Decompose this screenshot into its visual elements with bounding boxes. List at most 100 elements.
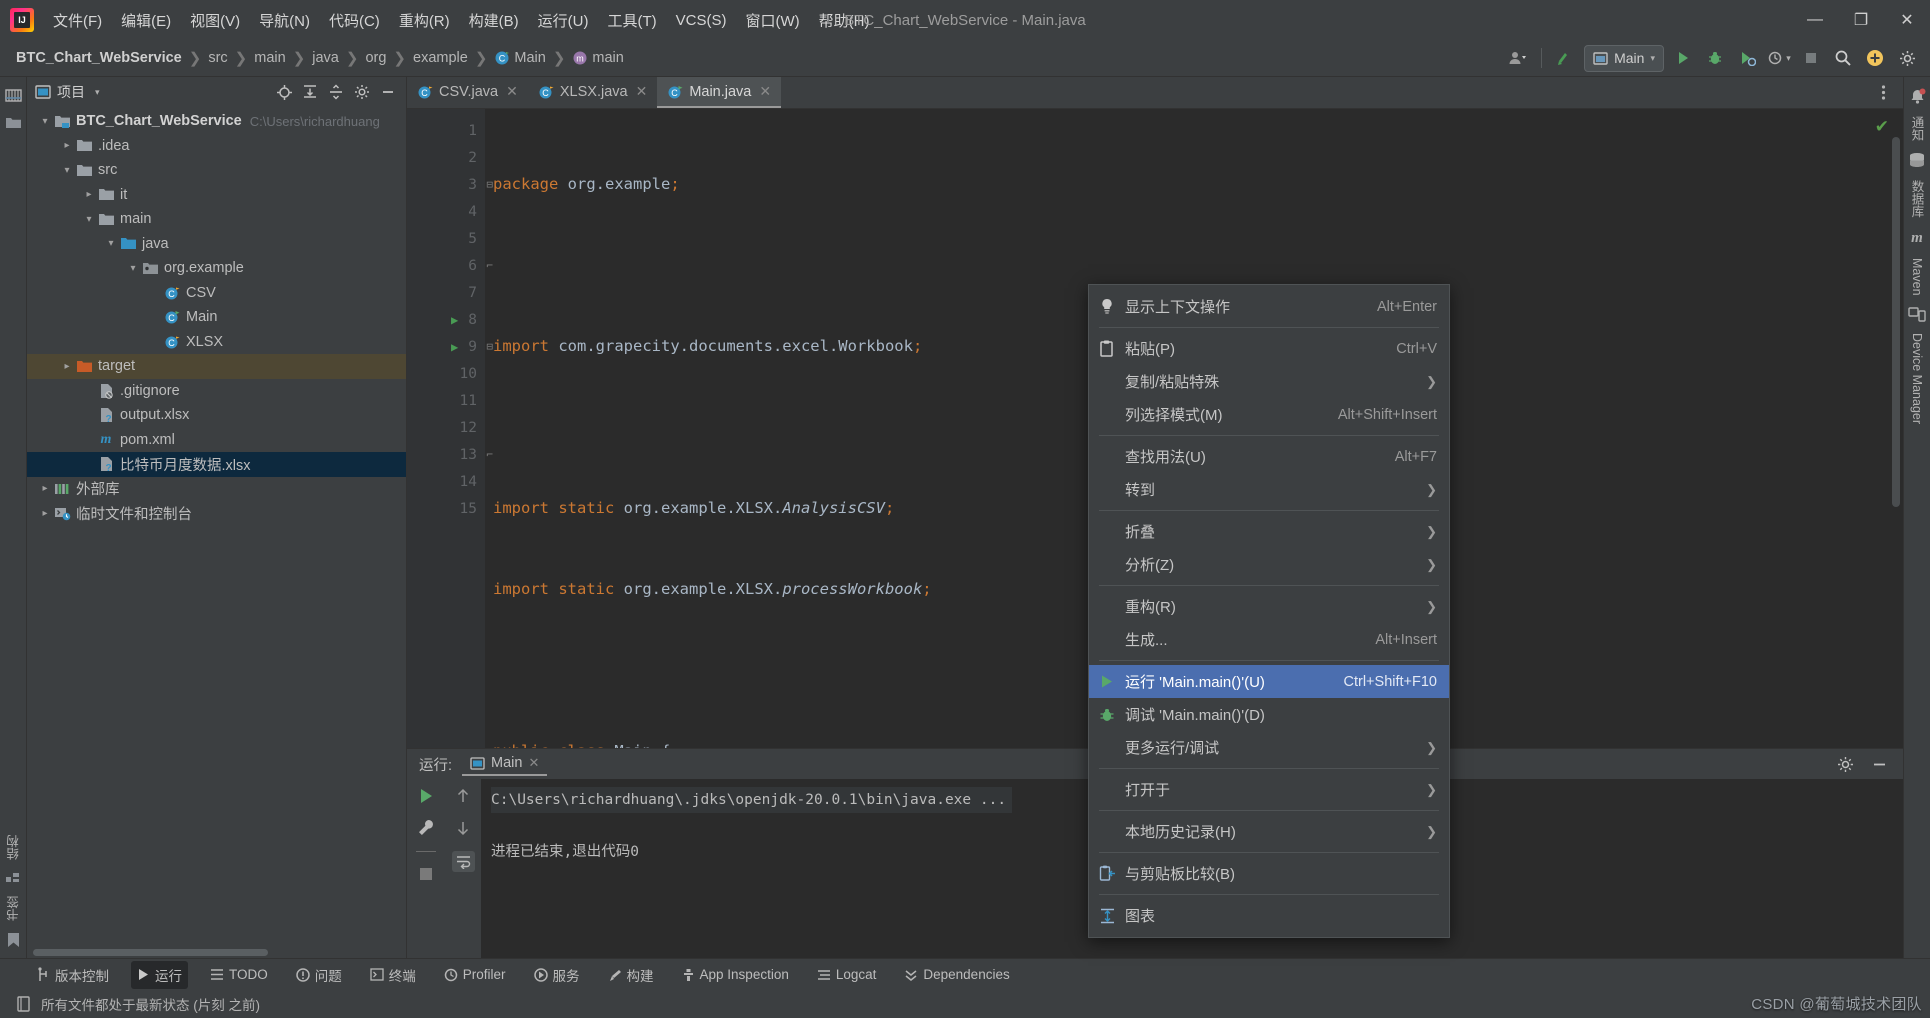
tree-node-13[interactable]: m pom.xml xyxy=(27,428,406,453)
run-with-coverage-icon[interactable] xyxy=(1734,45,1760,71)
editor-scrollbar-thumb[interactable] xyxy=(1892,137,1900,507)
menu-item-5[interactable]: 重构(R) xyxy=(390,6,459,35)
bottom-tab-profiler[interactable]: Profiler xyxy=(438,963,512,986)
tree-node-16[interactable]: ▸ 临时文件和控制台 xyxy=(27,501,406,526)
project-structure-icon[interactable] xyxy=(4,88,22,105)
breadcrumb-item-java[interactable]: java xyxy=(308,48,343,68)
notifications-icon[interactable] xyxy=(1909,88,1926,105)
tree-node-4[interactable]: ▾ main xyxy=(27,207,406,232)
close-icon[interactable]: ✕ xyxy=(528,755,539,771)
tree-expander-icon[interactable]: ▾ xyxy=(37,116,53,127)
breadcrumb-item-org[interactable]: org xyxy=(361,48,390,68)
update-project-icon[interactable] xyxy=(1552,45,1578,71)
tree-node-6[interactable]: ▾ org.example xyxy=(27,256,406,281)
menu-item-3[interactable]: 导航(N) xyxy=(250,6,319,35)
modules-icon[interactable] xyxy=(5,871,21,885)
bottom-tab-dependencies[interactable]: Dependencies xyxy=(898,963,1015,986)
gutter-line-5[interactable]: 5 xyxy=(407,225,485,252)
breadcrumb-item-main[interactable]: C Main xyxy=(490,48,549,68)
maximize-button[interactable]: ❐ xyxy=(1838,0,1884,40)
close-icon[interactable]: ✕ xyxy=(506,83,518,100)
bottom-tab--[interactable]: 版本控制 xyxy=(30,961,115,989)
editor-scrollbar[interactable] xyxy=(1889,109,1903,748)
menu-item-1[interactable]: 编辑(E) xyxy=(112,6,180,35)
hide-panel-icon[interactable] xyxy=(1867,752,1891,776)
down-arrow-icon[interactable] xyxy=(455,819,471,837)
context-menu-item-0[interactable]: 显示上下文操作 Alt+Enter xyxy=(1089,290,1449,323)
context-menu-item-1[interactable]: 粘贴(P) Ctrl+V xyxy=(1089,332,1449,365)
hide-panel-icon[interactable] xyxy=(376,80,400,104)
menu-item-10[interactable]: 窗口(W) xyxy=(736,6,808,35)
editor-tab-csv-java[interactable]: C CSV.java ✕ xyxy=(407,77,528,108)
editor-tab-xlsx-java[interactable]: C XLSX.java ✕ xyxy=(528,77,657,108)
editor-gutter[interactable]: 1 2 ⊟ 3 4 5 ⌐ 6 7 ▶ 8 ▶ ⊟ 9 10 11 12 ⌐ 13 14 15 xyxy=(407,109,493,748)
settings-icon[interactable] xyxy=(1894,45,1920,71)
sidebar-item-structure[interactable]: 结构 xyxy=(4,829,23,866)
menu-item-11[interactable]: 帮助(H) xyxy=(810,6,879,35)
tree-node-9[interactable]: C XLSX xyxy=(27,330,406,355)
gutter-line-12[interactable]: 12 xyxy=(407,414,485,441)
bottom-tab--[interactable]: 运行 xyxy=(131,960,188,989)
bottom-tab--[interactable]: 构建 xyxy=(602,961,660,989)
gear-icon[interactable] xyxy=(350,80,374,104)
context-menu-item-13[interactable]: 打开于 ❯ xyxy=(1089,773,1449,806)
menu-item-4[interactable]: 代码(C) xyxy=(320,6,389,35)
context-menu-item-2[interactable]: 复制/粘贴特殊 ❯ xyxy=(1089,365,1449,398)
gear-icon[interactable] xyxy=(1833,752,1857,776)
run-tab-main[interactable]: Main ✕ xyxy=(462,752,548,776)
context-menu-item-3[interactable]: 列选择模式(M) Alt+Shift+Insert xyxy=(1089,398,1449,431)
breadcrumb-item-main[interactable]: m main xyxy=(568,48,627,68)
gutter-line-1[interactable]: 1 xyxy=(407,117,485,144)
sidebar-item-maven[interactable]: Maven xyxy=(1910,252,1924,302)
menu-item-8[interactable]: 工具(T) xyxy=(598,6,665,35)
tree-node-5[interactable]: ▾ java xyxy=(27,232,406,257)
tree-expander-icon[interactable]: ▾ xyxy=(81,214,97,225)
run-gutter-icon[interactable]: ▶ xyxy=(451,313,458,327)
gutter-line-8[interactable]: ▶ 8 xyxy=(407,306,485,333)
maven-icon[interactable]: m xyxy=(1911,229,1923,247)
run-icon[interactable] xyxy=(1670,45,1696,71)
stop-icon[interactable] xyxy=(1798,45,1824,71)
context-menu-item-6[interactable]: 折叠 ❯ xyxy=(1089,515,1449,548)
menu-item-6[interactable]: 构建(B) xyxy=(460,6,528,35)
context-menu-item-4[interactable]: 查找用法(U) Alt+F7 xyxy=(1089,440,1449,473)
device-manager-icon[interactable] xyxy=(1908,306,1926,322)
inspection-status-badge[interactable]: ✔ xyxy=(1875,117,1889,137)
debug-icon[interactable] xyxy=(1702,45,1728,71)
breadcrumb-item-example[interactable]: example xyxy=(409,48,472,68)
bottom-tab-todo[interactable]: TODO xyxy=(204,963,274,986)
database-icon[interactable] xyxy=(1908,152,1926,169)
tree-expander-icon[interactable]: ▾ xyxy=(125,263,141,274)
breadcrumb-item-main[interactable]: main xyxy=(250,48,289,68)
bookmark-flag-icon[interactable] xyxy=(6,932,21,948)
tree-node-15[interactable]: ▸ 外部库 xyxy=(27,477,406,502)
editor-context-menu[interactable]: 显示上下文操作 Alt+Enter 粘贴(P) Ctrl+V 复制/粘贴特殊 ❯ 列选择模式… xyxy=(1088,284,1450,938)
context-menu-item-9[interactable]: 生成... Alt+Insert xyxy=(1089,623,1449,656)
gutter-line-9[interactable]: ▶ ⊟ 9 xyxy=(407,333,493,360)
bottom-tab--[interactable]: 服务 xyxy=(528,961,586,989)
tree-expander-icon[interactable]: ▾ xyxy=(103,238,119,249)
profiler-icon[interactable]: ▾ xyxy=(1766,45,1792,71)
gutter-line-13[interactable]: ⌐ 13 xyxy=(407,441,493,468)
stop-icon[interactable] xyxy=(418,866,434,882)
more-options-icon[interactable] xyxy=(1871,81,1895,105)
tree-expander-icon[interactable]: ▸ xyxy=(59,361,75,372)
context-menu-item-8[interactable]: 重构(R) ❯ xyxy=(1089,590,1449,623)
tree-node-11[interactable]: .gitignore xyxy=(27,379,406,404)
expand-all-icon[interactable] xyxy=(298,80,322,104)
sidebar-item-bookmarks[interactable]: 书签 xyxy=(4,890,23,927)
context-menu-item-5[interactable]: 转到 ❯ xyxy=(1089,473,1449,506)
gutter-line-6[interactable]: ⌐ 6 xyxy=(407,252,493,279)
menu-item-0[interactable]: 文件(F) xyxy=(44,6,111,35)
run-gutter-icon[interactable]: ▶ xyxy=(451,340,458,354)
sidebar-item-notifications[interactable]: 通知 xyxy=(1908,110,1927,147)
tree-node-0[interactable]: ▾ BTC_Chart_WebService C:\Users\richardhua… xyxy=(27,109,406,134)
search-icon[interactable] xyxy=(1830,45,1856,71)
menu-item-9[interactable]: VCS(S) xyxy=(667,8,736,33)
add-icon[interactable] xyxy=(1862,45,1888,71)
settings-wrench-icon[interactable] xyxy=(417,819,435,837)
gutter-line-2[interactable]: 2 xyxy=(407,144,485,171)
tree-expander-icon[interactable]: ▸ xyxy=(37,508,53,519)
tree-node-14[interactable]: ? 比特币月度数据.xlsx xyxy=(27,452,406,477)
tree-expander-icon[interactable]: ▸ xyxy=(81,189,97,200)
